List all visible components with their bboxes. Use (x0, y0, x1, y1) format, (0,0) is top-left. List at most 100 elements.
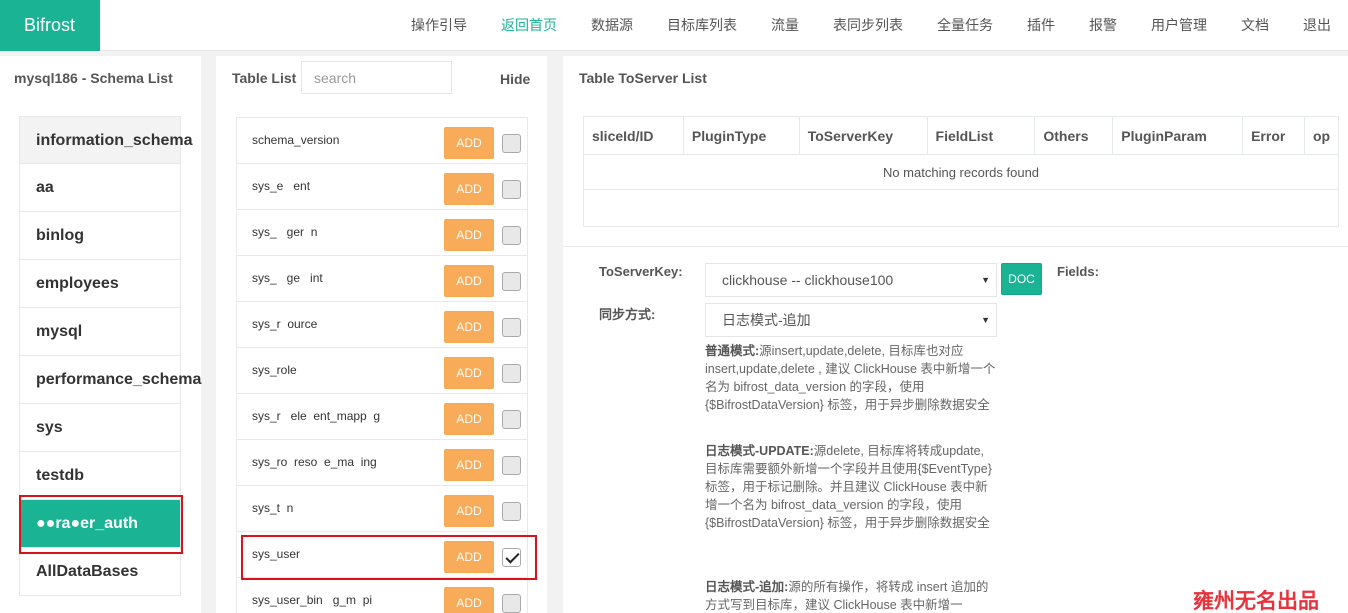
table-checkbox[interactable] (502, 594, 521, 613)
table-checkbox[interactable] (502, 180, 521, 199)
table-list-title: Table List (232, 70, 297, 86)
table-name: sys_role (252, 363, 297, 377)
table-checkbox[interactable] (502, 548, 521, 567)
table-name: sys_ro reso e_ma ing (252, 455, 377, 469)
table-name: sys_t n (252, 501, 294, 515)
nav-item[interactable]: 报警 (1072, 0, 1134, 51)
schema-list: information_schema aa binlog employees mysql… (19, 116, 201, 596)
schema-item-selected[interactable]: ●●ra●er_auth (19, 500, 181, 548)
table-name: sys_r ource (252, 317, 318, 331)
nav-item[interactable]: 插件 (1010, 0, 1072, 51)
main-nav: 操作引导 返回首页 数据源 目标库列表 流量 表同步列表 全量任务 插件 报警 用户管理 文档 退出 (394, 0, 1348, 51)
column-header[interactable]: sliceId/ID (583, 116, 684, 155)
table-row: sys_t n ADD (236, 486, 528, 532)
schema-item[interactable]: mysql (19, 308, 181, 356)
table-checkbox[interactable] (502, 226, 521, 245)
table-row: sys_ ger n ADD (236, 210, 528, 256)
sync-mode-value: 日志模式-追加 (722, 312, 811, 328)
to-server-table: sliceId/ID PluginType ToServerKey FieldList… (583, 116, 1340, 227)
nav-item[interactable]: 全量任务 (920, 0, 1010, 51)
column-header[interactable]: FieldList (926, 116, 1036, 155)
to-server-key-select[interactable]: clickhouse -- clickhouse100 ▼ (705, 263, 997, 297)
column-header[interactable]: Others (1034, 116, 1114, 155)
nav-item[interactable]: 表同步列表 (816, 0, 920, 51)
table-checkbox[interactable] (502, 410, 521, 429)
column-header[interactable]: PluginParam (1112, 116, 1244, 155)
column-header[interactable]: PluginType (682, 116, 800, 155)
table-list[interactable]: schema_version ADD sys_e ent ADD sys_ ger n A… (236, 117, 528, 613)
watermark-text: 雍州无名出品 (1193, 590, 1319, 613)
schema-item[interactable]: information_schema (19, 116, 192, 164)
table-name: sys_user_bin g_m pi (252, 593, 373, 607)
schema-item[interactable]: sys (19, 404, 181, 452)
table-name: sys_user (252, 547, 301, 561)
table-checkbox[interactable] (502, 272, 521, 291)
table-row: sys_ro reso e_ma ing ADD (236, 440, 528, 486)
sync-mode-label: 同步方式: (599, 307, 656, 322)
schema-item[interactable]: binlog (19, 212, 181, 260)
nav-item[interactable]: 目标库列表 (650, 0, 754, 51)
add-table-button[interactable]: ADD (444, 449, 494, 481)
add-table-button[interactable]: ADD (444, 127, 494, 159)
schema-panel-title: mysql186 - Schema List (14, 70, 173, 86)
table-search-input[interactable] (301, 61, 452, 94)
table-header-row: sliceId/ID PluginType ToServerKey FieldList… (583, 116, 1340, 155)
table-empty-row: No matching records found (583, 154, 1339, 190)
nav-item[interactable]: 操作引导 (394, 0, 484, 51)
add-table-button[interactable]: ADD (444, 541, 494, 573)
table-checkbox[interactable] (502, 502, 521, 521)
table-name: sys_r ele ent_mapp g (252, 409, 381, 423)
update-mode-description: 日志模式-UPDATE:源delete, 目标库将转成update, 目标库需要… (705, 444, 992, 530)
to-server-key-label: ToServerKey: (599, 264, 683, 279)
nav-item[interactable]: 返回首页 (484, 0, 574, 51)
table-row: sys_role ADD (236, 348, 528, 394)
table-row: sys_e ent ADD (236, 164, 528, 210)
to-server-key-value: clickhouse -- clickhouse100 (722, 272, 894, 288)
schema-item[interactable]: aa (19, 164, 181, 212)
top-navbar: Bifrost 操作引导 返回首页 数据源 目标库列表 流量 表同步列表 全量任务 插件 报警用… (0, 0, 1348, 51)
panel-divider (563, 246, 1348, 247)
sync-mode-select[interactable]: 日志模式-追加 ▼ (705, 303, 997, 337)
add-table-button[interactable]: ADD (444, 219, 494, 251)
nav-item[interactable]: 文档 (1224, 0, 1286, 51)
schema-item[interactable]: testdb (19, 452, 181, 500)
column-header[interactable]: Error (1242, 116, 1305, 155)
nav-item[interactable]: 用户管理 (1134, 0, 1224, 51)
fields-label: Fields: (1057, 264, 1099, 279)
column-header[interactable]: op (1303, 116, 1340, 155)
add-table-button[interactable]: ADD (444, 357, 494, 389)
append-mode-description: 日志模式-追加:源的所有操作，将转成 insert 追加的方式写到目标库，建议 … (705, 580, 989, 612)
add-table-button[interactable]: ADD (444, 587, 494, 613)
table-row: schema_version ADD (236, 118, 528, 164)
schema-item[interactable]: AllDataBases (19, 548, 181, 596)
table-checkbox[interactable] (502, 364, 521, 383)
nav-item[interactable]: 流量 (754, 0, 816, 51)
table-name: sys_ ge int (252, 271, 323, 285)
column-header[interactable]: ToServerKey (798, 116, 928, 155)
brand-logo[interactable]: Bifrost (0, 0, 100, 51)
schema-item[interactable]: employees (19, 260, 181, 308)
schema-item[interactable]: performance_schema (19, 356, 201, 404)
add-table-button[interactable]: ADD (444, 265, 494, 297)
doc-button[interactable]: DOC (1001, 263, 1042, 295)
chevron-down-icon: ▼ (981, 275, 990, 285)
table-checkbox[interactable] (502, 318, 521, 337)
chevron-down-icon: ▼ (981, 315, 990, 325)
nav-item[interactable]: 退出 (1286, 0, 1348, 51)
add-table-button[interactable]: ADD (444, 311, 494, 343)
add-table-button[interactable]: ADD (444, 173, 494, 205)
table-name: sys_ ger n (252, 225, 318, 239)
add-table-button[interactable]: ADD (444, 495, 494, 527)
table-checkbox[interactable] (502, 134, 521, 153)
normal-mode-description: 普通模式:源insert,update,delete, 目标库也对应insert… (705, 344, 996, 412)
nav-item[interactable]: 数据源 (574, 0, 650, 51)
table-name: schema_version (252, 133, 340, 147)
table-name: sys_e ent (252, 179, 311, 193)
hide-button[interactable]: Hide (500, 71, 530, 87)
table-blank-row (583, 189, 1339, 227)
server-panel-title: Table ToServer List (579, 70, 707, 86)
table-checkbox[interactable] (502, 456, 521, 475)
no-records-text: No matching records found (583, 154, 1339, 190)
table-row: sys_user_bin g_m pi ADD (236, 578, 528, 613)
add-table-button[interactable]: ADD (444, 403, 494, 435)
